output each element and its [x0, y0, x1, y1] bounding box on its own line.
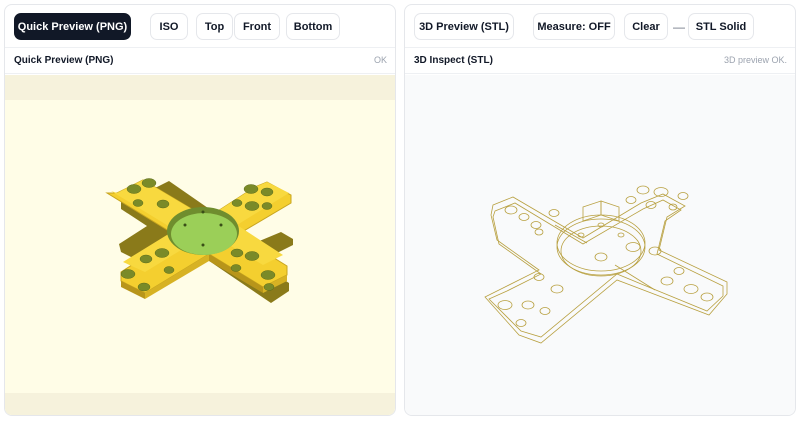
quick-preview-png-button[interactable]: Quick Preview (PNG)	[14, 13, 131, 40]
stl-solid-button[interactable]: STL Solid	[688, 13, 754, 40]
status-text: OK	[373, 55, 387, 65]
3d-preview-stl-button[interactable]: 3D Preview (STL)	[414, 13, 514, 40]
clear-button[interactable]: Clear	[624, 13, 668, 40]
view-front-button[interactable]: Front	[234, 13, 280, 40]
view-bottom-button[interactable]: Bottom	[286, 13, 340, 40]
stl-3d-viewport[interactable]	[405, 75, 795, 415]
stl-preview-panel: 3D Preview (STL) Measure: OFF Clear — ST…	[404, 4, 796, 416]
toolbar-separator: —	[673, 19, 685, 34]
measure-toggle-button[interactable]: Measure: OFF	[533, 13, 615, 40]
view-iso-button[interactable]: ISO	[150, 13, 188, 40]
quick-preview-toolbar: Quick Preview (PNG) ISO Top Front Bottom	[5, 5, 395, 47]
png-preview-viewport[interactable]	[5, 75, 395, 415]
stl-preview-header: 3D Inspect (STL) 3D preview OK.	[405, 47, 795, 74]
part-render-image	[105, 178, 293, 303]
status-text: 3D preview OK.	[723, 55, 787, 65]
view-top-button[interactable]: Top	[196, 13, 233, 40]
stl-wireframe-render	[484, 185, 728, 344]
quick-preview-header: Quick Preview (PNG) OK	[5, 47, 395, 74]
panel-title: Quick Preview (PNG)	[14, 55, 114, 66]
panel-title: 3D Inspect (STL)	[414, 55, 493, 66]
stl-preview-toolbar: 3D Preview (STL) Measure: OFF Clear — ST…	[405, 5, 795, 47]
quick-preview-panel: Quick Preview (PNG) ISO Top Front Bottom…	[4, 4, 396, 416]
